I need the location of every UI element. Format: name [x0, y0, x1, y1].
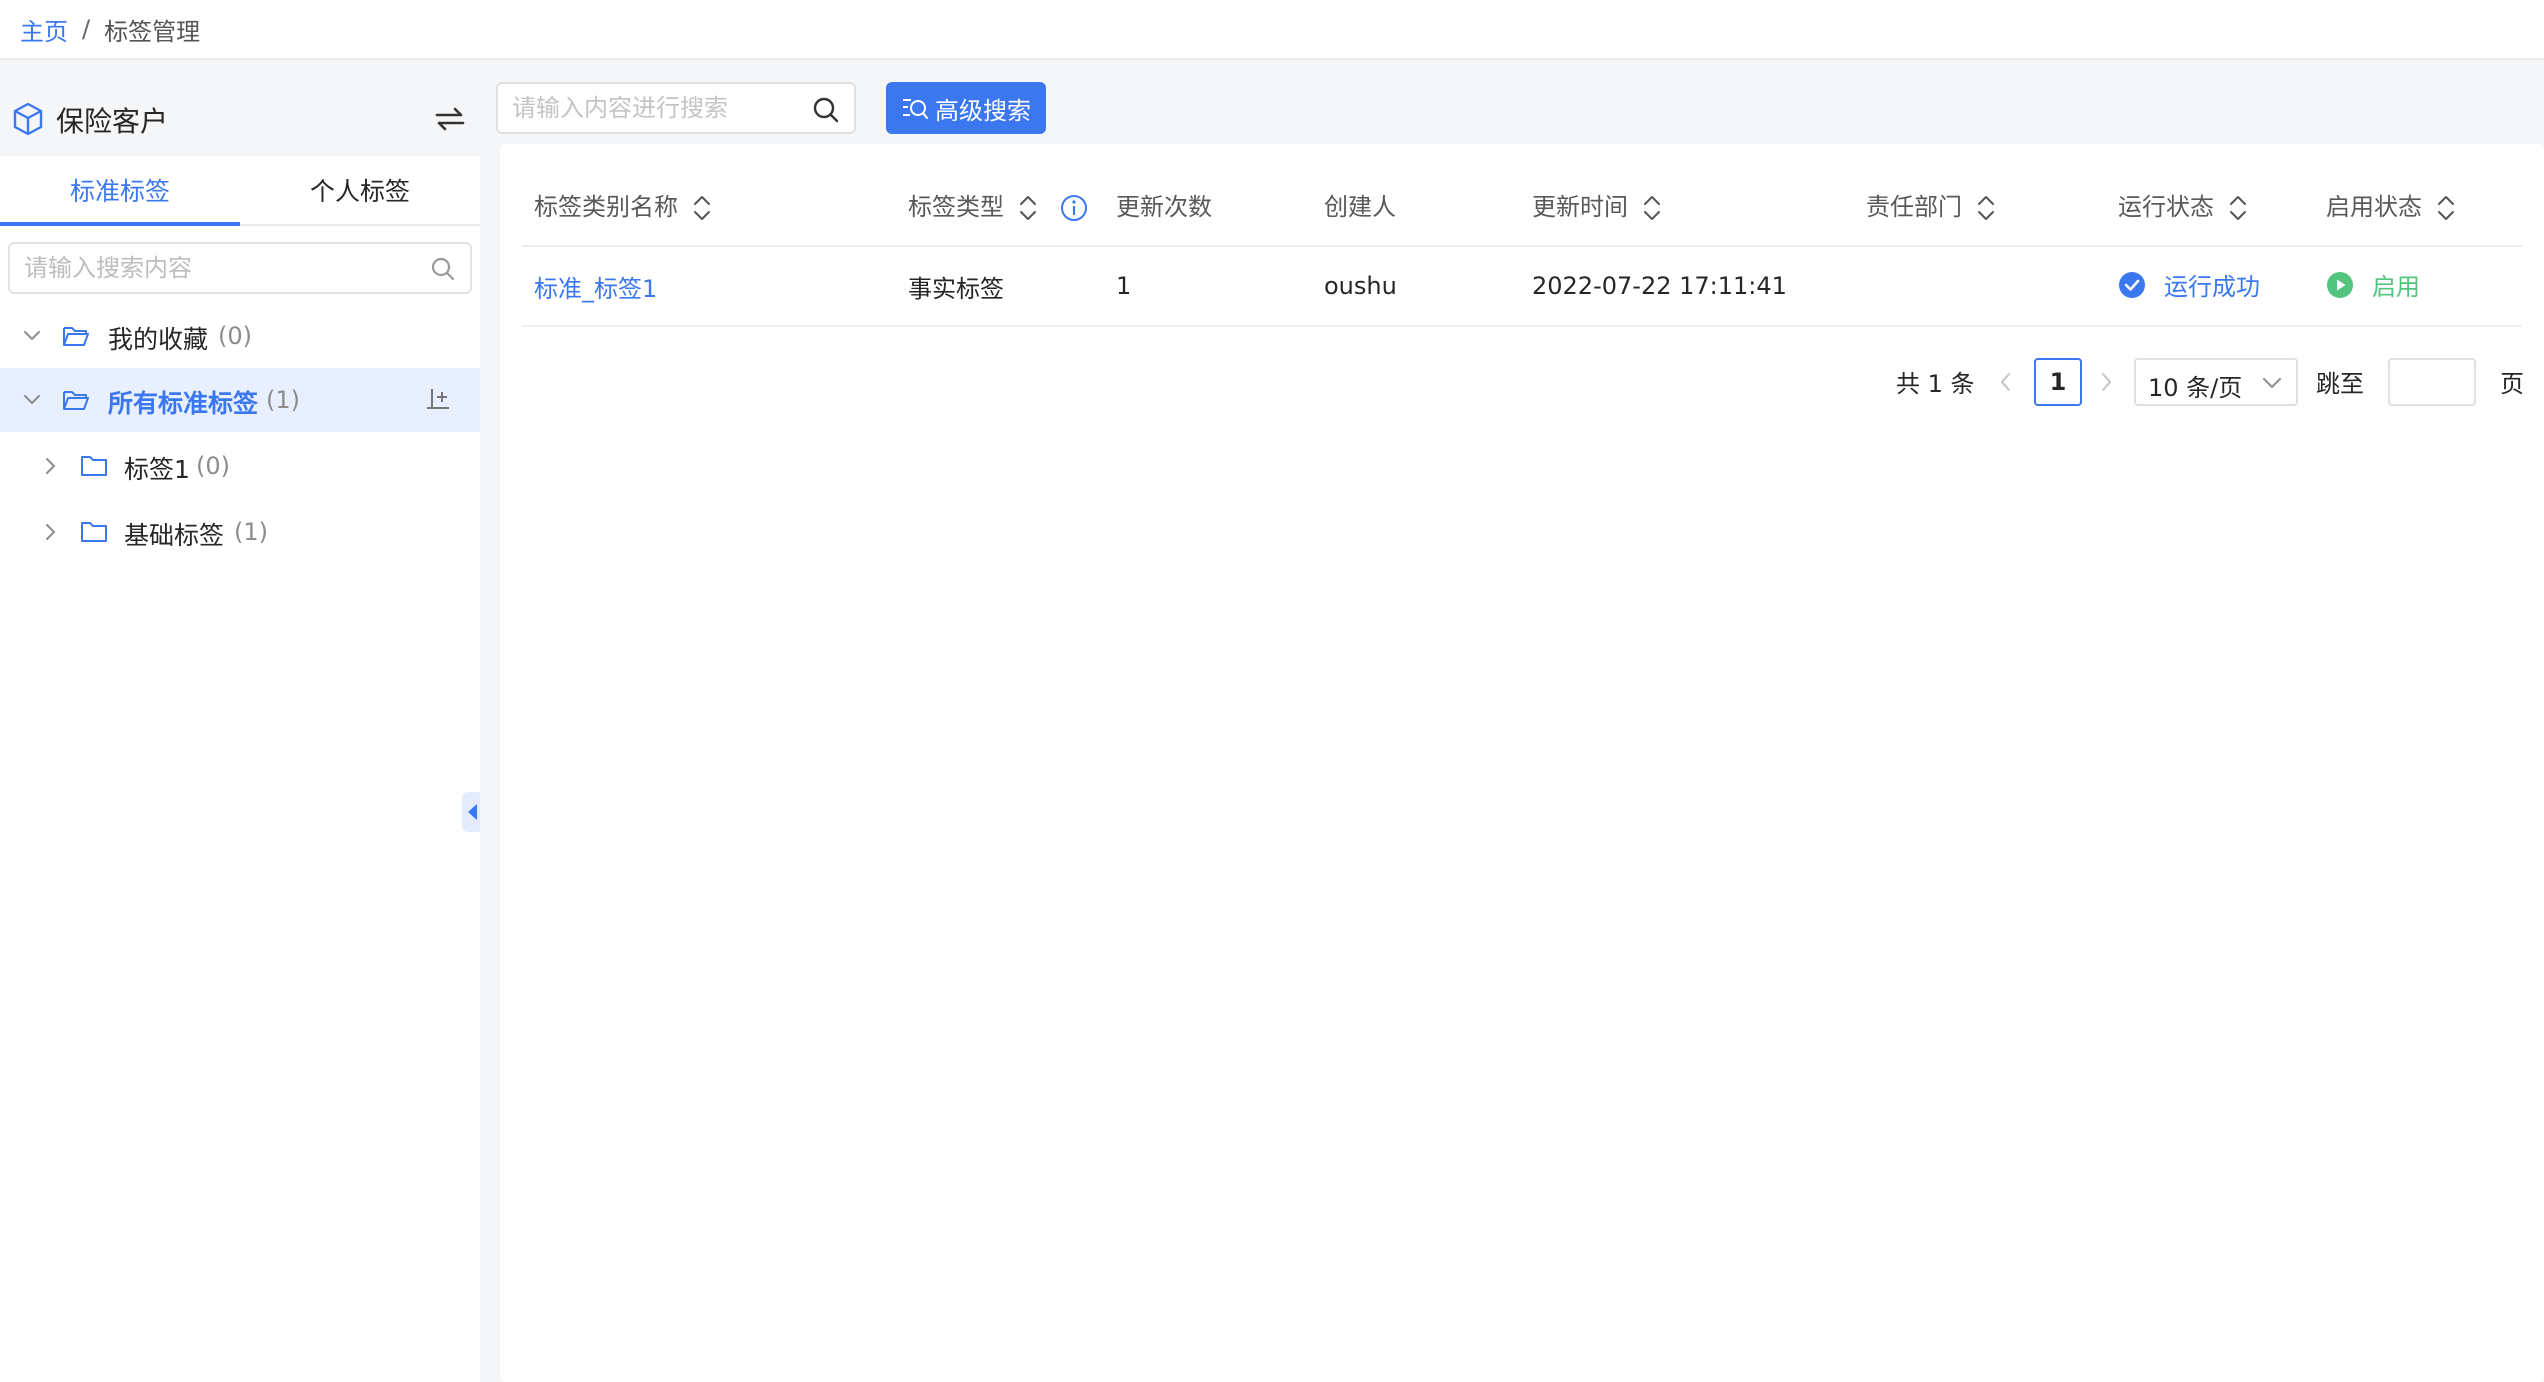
tree-item-count: (1) [234, 518, 268, 546]
page-unit-label: 页 [2500, 370, 2524, 398]
column-header-department[interactable]: 责任部门 [1854, 164, 2106, 247]
tree-item-label: 所有标准标签 [108, 389, 259, 418]
sort-icon[interactable] [1976, 193, 1996, 223]
tree-item-count: (0) [196, 452, 230, 480]
chevron-down-icon[interactable] [22, 326, 42, 346]
sidebar-title: 保险客户 [56, 105, 169, 138]
chevron-right-icon[interactable] [2096, 370, 2116, 394]
chevron-right-icon[interactable] [40, 522, 60, 542]
advanced-search-label: 高级搜索 [935, 96, 1031, 125]
check-circle-icon [2119, 271, 2145, 298]
tree-item-count: (1) [266, 386, 300, 414]
chevron-left-icon[interactable] [1996, 370, 2016, 394]
add-child-icon[interactable] [424, 386, 452, 414]
folder-icon [81, 522, 107, 542]
sidebar: 保险客户 标准标签 个人标签 我的收藏 (0) 所有标准 [0, 62, 482, 1382]
pagination: 共 1 条 1 10 条/页 跳至 页 [500, 356, 2544, 406]
cube-icon [13, 102, 43, 136]
sort-icon[interactable] [1642, 193, 1662, 223]
tag-table: 标签类别名称 标签类型 更新次数 创建人 更新时间 责任部门 运行状态 启用状态… [522, 164, 2522, 327]
cell-creator: oushu [1312, 246, 1520, 327]
breadcrumb-current: 标签管理 [104, 17, 201, 46]
main-search-box [496, 82, 856, 134]
column-header-type[interactable]: 标签类型 [896, 164, 1104, 247]
column-header-update-time[interactable]: 更新时间 [1520, 164, 1854, 247]
tree-item-count: (0) [218, 322, 252, 350]
tab-standard-tags[interactable]: 标准标签 [0, 156, 240, 226]
main-search-input[interactable] [512, 90, 802, 126]
search-icon[interactable] [430, 256, 456, 282]
column-header-update-count: 更新次数 [1104, 164, 1312, 247]
cell-run-status: 运行成功 [2106, 246, 2314, 327]
sort-icon[interactable] [692, 193, 712, 223]
page-size-value: 10 条/页 [2148, 374, 2243, 402]
search-icon[interactable] [812, 96, 840, 124]
enable-status-label: 启用 [2372, 273, 2420, 302]
tree-search-box [8, 242, 472, 294]
panel-divider [480, 62, 498, 1382]
cell-enable-status: 启用 [2314, 246, 2522, 327]
breadcrumb-separator: / [82, 15, 91, 43]
column-header-enable-status[interactable]: 启用状态 [2314, 164, 2522, 247]
switch-icon[interactable] [434, 104, 466, 134]
tag-table-panel: 标签类别名称 标签类型 更新次数 创建人 更新时间 责任部门 运行状态 启用状态… [500, 144, 2544, 1382]
tree-item-favorites[interactable]: 我的收藏 (0) [0, 304, 480, 368]
tag-tabs: 标准标签 个人标签 [0, 156, 480, 226]
tab-personal-tags[interactable]: 个人标签 [240, 156, 480, 224]
tree-item-label: 基础标签 [124, 521, 225, 550]
caret-left-icon [468, 804, 477, 820]
sidebar-collapse-handle[interactable] [462, 792, 482, 832]
cell-update-time: 2022-07-22 17:11:41 [1520, 246, 1854, 327]
sort-icon[interactable] [1018, 193, 1038, 223]
advanced-search-button[interactable]: 高级搜索 [886, 82, 1046, 134]
tree-item-all-standard-tags[interactable]: 所有标准标签 (1) [0, 368, 480, 432]
run-status-label: 运行成功 [2164, 273, 2260, 302]
breadcrumb: 主页 / 标签管理 [0, 0, 2544, 60]
jump-label: 跳至 [2316, 370, 2364, 398]
page-size-select[interactable]: 10 条/页 [2134, 358, 2298, 406]
sort-icon[interactable] [2436, 193, 2456, 223]
tree-item-basic-tags[interactable]: 基础标签 (1) [0, 500, 480, 564]
tree-item-label: 我的收藏 [108, 325, 209, 354]
chevron-down-icon [2263, 378, 2281, 389]
play-circle-icon [2327, 271, 2353, 298]
breadcrumb-home-link[interactable]: 主页 [20, 12, 68, 47]
pagination-total: 共 1 条 [1896, 370, 1975, 398]
column-header-name[interactable]: 标签类别名称 [522, 164, 896, 247]
sort-icon[interactable] [2228, 193, 2248, 223]
column-header-run-status[interactable]: 运行状态 [2106, 164, 2314, 247]
sidebar-header: 保险客户 [0, 62, 480, 156]
folder-open-icon [63, 327, 89, 346]
chevron-down-icon[interactable] [22, 390, 42, 410]
pagination-current-page[interactable]: 1 [2034, 358, 2082, 406]
folder-open-icon [63, 391, 89, 410]
folder-icon [81, 456, 107, 476]
cell-update-count: 1 [1104, 246, 1312, 327]
tree-item-label: 标签1 [124, 455, 190, 484]
column-header-creator: 创建人 [1312, 164, 1520, 247]
advanced-search-icon [903, 99, 928, 119]
cell-type: 事实标签 [896, 246, 1104, 327]
info-icon[interactable] [1060, 194, 1088, 222]
cell-department [1854, 246, 2106, 327]
tree-item-tag1[interactable]: 标签1 (0) [0, 434, 480, 498]
table-row: 标准_标签1 事实标签 1 oushu 2022-07-22 17:11:41 … [522, 246, 2522, 327]
chevron-right-icon[interactable] [40, 456, 60, 476]
table-header-row: 标签类别名称 标签类型 更新次数 创建人 更新时间 责任部门 运行状态 启用状态 [522, 164, 2522, 247]
tree-search-input[interactable] [24, 250, 404, 286]
tag-name-link[interactable]: 标准_标签1 [534, 275, 657, 303]
jump-page-input[interactable] [2388, 358, 2476, 406]
